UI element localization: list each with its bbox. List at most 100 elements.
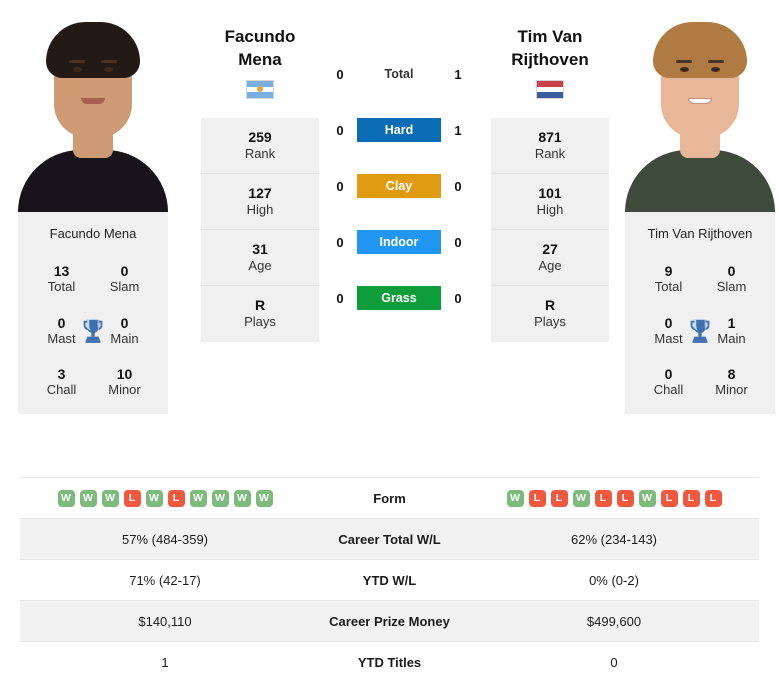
left-title-minor-value: 10 xyxy=(116,366,133,383)
left-title-chall: 3 Chall xyxy=(30,366,93,398)
right-stat-rank-value: 871 xyxy=(538,128,562,145)
right-title-chall-value: 0 xyxy=(664,366,673,383)
right-career-total-wl: 62% (234-143) xyxy=(469,518,759,560)
row-label-ytd-titles: YTD Titles xyxy=(310,641,469,683)
right-stat-plays-label: Plays xyxy=(534,314,566,330)
left-player-panel: Facundo Mena 13 Total 0 Slam 0 Mast 0 Ma… xyxy=(0,0,189,415)
form-chip: W xyxy=(506,489,524,507)
h2h-indoor-badge[interactable]: Indoor xyxy=(357,230,441,254)
left-titles-grid: 13 Total 0 Slam 0 Mast 0 Main 3 Chall 10… xyxy=(18,263,168,398)
right-title-slam: 0 Slam xyxy=(700,263,763,295)
right-player-name-line2: Rijthoven xyxy=(511,49,589,69)
left-stat-plays: R Plays xyxy=(201,286,319,342)
table-row-form: W W W L W L W W W W Form W L L W L L W L… xyxy=(20,477,759,519)
right-stat-high-label: High xyxy=(536,201,564,217)
h2h-grass-left: 0 xyxy=(336,290,344,306)
right-form-cell: W L L W L L W L L L xyxy=(469,477,759,519)
row-label-form: Form xyxy=(310,477,469,519)
right-stat-high-value: 101 xyxy=(538,184,562,201)
form-chip: W xyxy=(57,489,75,507)
left-ytd-wl: 71% (42-17) xyxy=(20,559,310,601)
form-chip: L xyxy=(704,489,722,507)
form-chip: L xyxy=(550,489,568,507)
form-chip: L xyxy=(528,489,546,507)
form-chip: W xyxy=(572,489,590,507)
table-row-ytd-wl: 71% (42-17) YTD W/L 0% (0-2) xyxy=(20,559,759,601)
left-stat-rank-value: 259 xyxy=(248,128,272,145)
row-label-ytd-wl: YTD W/L xyxy=(310,559,469,601)
h2h-total-label: Total xyxy=(384,67,414,81)
h2h-total-left: 0 xyxy=(336,66,344,82)
right-ytd-titles: 0 xyxy=(469,641,759,683)
right-title-total-label: Total xyxy=(654,279,683,295)
h2h-clay-left: 0 xyxy=(336,178,344,194)
table-row-career-prize-money: $140,110 Career Prize Money $499,600 xyxy=(20,600,759,642)
left-title-chall-value: 3 xyxy=(57,366,66,383)
right-career-prize-money: $499,600 xyxy=(469,600,759,642)
right-stat-age: 27 Age xyxy=(491,230,609,286)
trophy-icon xyxy=(690,319,710,343)
left-career-total-wl: 57% (484-359) xyxy=(20,518,310,560)
h2h-hard-badge[interactable]: Hard xyxy=(357,118,441,142)
right-titles-grid: 9 Total 0 Slam 0 Mast 1 Main 0 Chall 8 M… xyxy=(625,263,775,398)
left-stat-plays-value: R xyxy=(254,297,266,314)
h2h-row-grass: 0 Grass 0 xyxy=(319,286,479,310)
right-stat-stack: 871 Rank 101 High 27 Age R Plays xyxy=(491,118,609,342)
h2h-hard-left: 0 xyxy=(336,122,344,138)
right-title-total-value: 9 xyxy=(664,263,673,279)
right-player-card-name: Tim Van Rijthoven xyxy=(647,226,753,241)
right-title-minor-label: Minor xyxy=(715,382,748,398)
left-player-card-name: Facundo Mena xyxy=(49,226,137,241)
left-title-slam-label: Slam xyxy=(109,279,140,295)
right-player-name-line1: Tim Van xyxy=(517,27,583,46)
right-stat-high: 101 High xyxy=(491,174,609,230)
right-title-slam-label: Slam xyxy=(716,279,747,295)
trophy-icon xyxy=(83,319,103,343)
left-title-total-value: 13 xyxy=(53,263,70,279)
form-chip: W xyxy=(211,489,229,507)
right-stat-column: Tim Van Rijthoven 871 Rank 101 High 27 A… xyxy=(491,0,609,342)
left-player-card: Facundo Mena 13 Total 0 Slam 0 Mast 0 Ma… xyxy=(18,212,168,415)
h2h-indoor-right: 0 xyxy=(454,234,462,250)
form-chip: W xyxy=(255,489,273,507)
form-chip: W xyxy=(638,489,656,507)
left-title-minor-label: Minor xyxy=(108,382,141,398)
left-stat-rank: 259 Rank xyxy=(201,118,319,174)
left-player-name: Facundo Mena xyxy=(225,26,296,72)
left-title-minor: 10 Minor xyxy=(93,366,156,398)
right-ytd-wl: 0% (0-2) xyxy=(469,559,759,601)
form-chip: L xyxy=(123,489,141,507)
right-player-name: Tim Van Rijthoven xyxy=(511,26,588,72)
h2h-row-hard: 0 Hard 1 xyxy=(319,118,479,142)
left-form-cell: W W W L W L W W W W xyxy=(20,477,310,519)
form-chip: W xyxy=(233,489,251,507)
h2h-clay-right: 0 xyxy=(454,178,462,194)
left-title-slam: 0 Slam xyxy=(93,263,156,295)
right-title-slam-value: 0 xyxy=(727,263,736,279)
h2h-row-total: 0 Total 1 xyxy=(319,62,479,86)
row-label-career-prize-money: Career Prize Money xyxy=(310,600,469,642)
h2h-grass-badge[interactable]: Grass xyxy=(357,286,441,310)
comparison-header: Facundo Mena 13 Total 0 Slam 0 Mast 0 Ma… xyxy=(0,0,779,470)
player-comparison-page: Facundo Mena 13 Total 0 Slam 0 Mast 0 Ma… xyxy=(0,0,779,699)
h2h-clay-badge[interactable]: Clay xyxy=(357,174,441,198)
h2h-grass-right: 0 xyxy=(454,290,462,306)
form-chip: W xyxy=(79,489,97,507)
left-form-strip: W W W L W L W W W W xyxy=(20,489,310,507)
left-title-chall-label: Chall xyxy=(46,382,77,398)
left-stat-age-value: 31 xyxy=(252,240,268,257)
left-player-name-line1: Facundo xyxy=(224,27,296,46)
table-row-career-total-wl: 57% (484-359) Career Total W/L 62% (234-… xyxy=(20,518,759,560)
right-title-minor: 8 Minor xyxy=(700,366,763,398)
left-stat-age-label: Age xyxy=(248,257,272,273)
right-title-total: 9 Total xyxy=(637,263,700,295)
form-chip: L xyxy=(167,489,185,507)
left-stat-high-label: High xyxy=(246,201,274,217)
left-title-slam-value: 0 xyxy=(120,263,129,279)
form-chip: W xyxy=(189,489,207,507)
left-stat-stack: 259 Rank 127 High 31 Age R Plays xyxy=(201,118,319,342)
form-chip: L xyxy=(660,489,678,507)
form-chip: W xyxy=(101,489,119,507)
left-career-prize-money: $140,110 xyxy=(20,600,310,642)
left-stat-age: 31 Age xyxy=(201,230,319,286)
